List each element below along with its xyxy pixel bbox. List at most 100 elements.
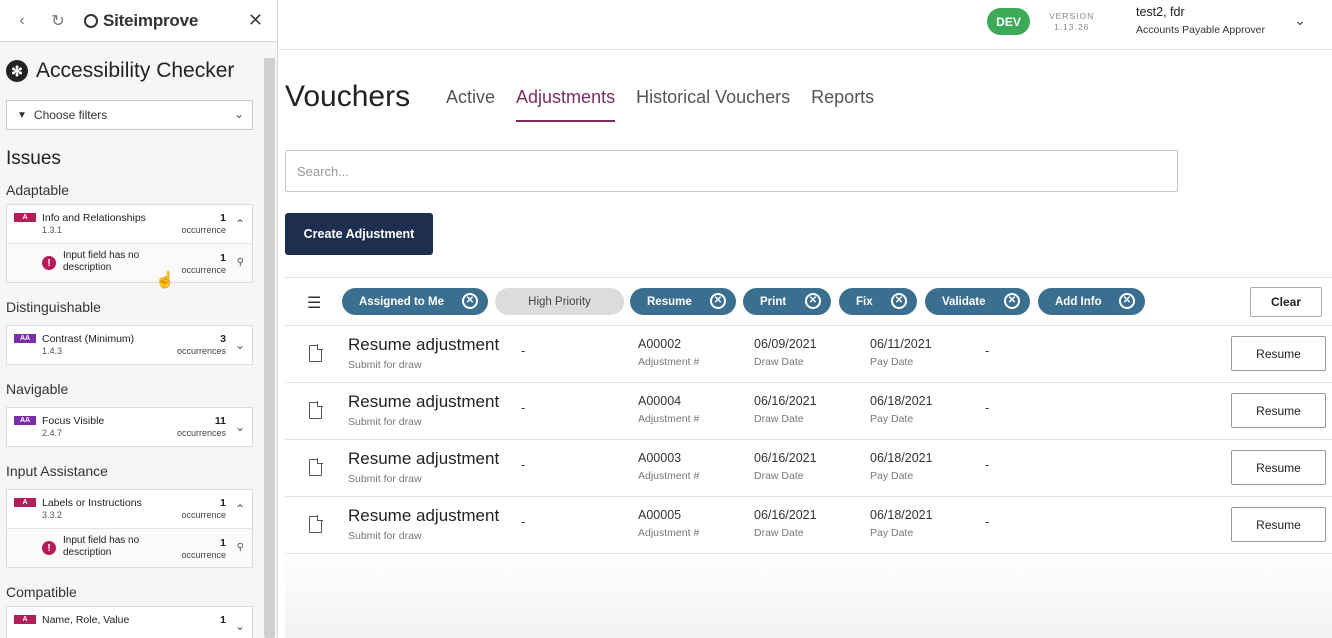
siteimprove-mark-icon (84, 13, 98, 28)
highlight-icon[interactable]: ⚲ (237, 257, 244, 268)
category-heading: Adaptable (6, 182, 70, 198)
filter-chip-bar: ☰ Assigned to Me ✕ High Priority Resume ✕ … (285, 278, 1332, 326)
criterion-name: Contrast (Minimum) (42, 333, 135, 345)
chip-add-info[interactable]: Add Info ✕ (1038, 288, 1145, 315)
chevron-up-icon[interactable]: ⌃ (235, 217, 245, 231)
refresh-icon[interactable]: ↻ (48, 11, 68, 31)
pay-date-label: Pay Date (870, 356, 914, 368)
resume-button[interactable]: Resume (1231, 507, 1326, 542)
category-heading: Distinguishable (6, 299, 101, 315)
chip-validate[interactable]: Validate ✕ (925, 288, 1030, 315)
row-empty-value: - (985, 514, 990, 529)
remove-chip-icon[interactable]: ✕ (462, 293, 478, 309)
tab-historical-vouchers[interactable]: Historical Vouchers (636, 87, 790, 122)
issue-sub-row[interactable]: ! Input field has no description 1 occur… (7, 528, 252, 567)
table-row[interactable]: Resume adjustment Submit for draw - A000… (285, 326, 1332, 383)
remove-chip-icon[interactable]: ✕ (805, 293, 821, 309)
page-title: Vouchers (285, 80, 411, 113)
issue-row[interactable]: AA Focus Visible 2.4.7 11 occurrences ⌄ (7, 408, 252, 446)
chip-fix[interactable]: Fix ✕ (839, 288, 917, 315)
table-row[interactable]: Resume adjustment Submit for draw - A000… (285, 440, 1332, 497)
chip-label: Resume (647, 295, 692, 308)
chevron-up-icon[interactable]: ⌃ (235, 502, 245, 516)
resume-button[interactable]: Resume (1231, 450, 1326, 485)
highlight-icon[interactable]: ⚲ (237, 542, 244, 553)
level-badge: AA (14, 334, 36, 343)
issue-row[interactable]: A Name, Role, Value 1 ⌄ (7, 607, 252, 638)
chevron-down-icon[interactable]: ⌄ (235, 420, 245, 434)
issue-row[interactable]: A Info and Relationships 1.3.1 1 occurre… (7, 205, 252, 243)
filter-label: Choose filters (33, 108, 108, 122)
row-subtitle: Submit for draw (348, 359, 422, 371)
row-empty-value: - (521, 400, 526, 415)
resume-button[interactable]: Resume (1231, 393, 1326, 428)
adjustment-number: A00002 (638, 337, 682, 351)
back-icon[interactable]: ‹ (12, 11, 32, 31)
chip-assigned-to-me[interactable]: Assigned to Me ✕ (342, 288, 488, 315)
chevron-down-icon[interactable]: ⌄ (1294, 12, 1306, 29)
chip-print[interactable]: Print ✕ (743, 288, 831, 315)
create-adjustment-button[interactable]: Create Adjustment (285, 213, 433, 255)
table-row[interactable]: Resume adjustment Submit for draw - A000… (285, 497, 1332, 554)
issue-card[interactable]: A Info and Relationships 1.3.1 1 occurre… (6, 204, 253, 283)
draw-date: 06/16/2021 (754, 451, 817, 465)
chevron-down-icon: ⌄ (233, 107, 244, 121)
sidebar-scrollbar[interactable] (264, 58, 275, 638)
user-name[interactable]: test2, fdr (1136, 5, 1185, 19)
draw-date: 06/09/2021 (754, 337, 817, 351)
close-icon[interactable]: ✕ (248, 10, 263, 31)
tab-adjustments[interactable]: Adjustments (516, 87, 616, 122)
pay-date-label: Pay Date (870, 527, 914, 539)
chevron-down-icon[interactable]: ⌄ (235, 619, 245, 633)
siteimprove-logo: Siteimprove (84, 11, 198, 31)
remove-chip-icon[interactable]: ✕ (891, 293, 907, 309)
row-title: Resume adjustment (348, 335, 500, 354)
remove-chip-icon[interactable]: ✕ (1004, 293, 1020, 309)
chip-resume[interactable]: Resume ✕ (630, 288, 736, 315)
criterion-code: 1.4.3 (42, 346, 63, 356)
document-icon (309, 515, 323, 533)
level-badge: A (14, 615, 36, 624)
draw-date-label: Draw Date (754, 470, 804, 482)
row-title: Resume adjustment (348, 392, 500, 411)
row-empty-value: - (985, 400, 990, 415)
filter-dropdown[interactable]: ▼ Choose filters ⌄ (6, 100, 253, 130)
issue-row[interactable]: AA Contrast (Minimum) 1.4.3 3 occurrence… (7, 326, 252, 364)
issue-sub-row[interactable]: ! Input field has no description 1 occur… (7, 243, 252, 282)
filter-icon[interactable]: ☰ (307, 293, 321, 313)
criterion-code: 1.3.1 (42, 225, 63, 235)
adjustment-label: Adjustment # (638, 413, 700, 425)
row-subtitle: Submit for draw (348, 473, 422, 485)
issue-card[interactable]: A Name, Role, Value 1 ⌄ (6, 606, 253, 638)
chevron-down-icon[interactable]: ⌄ (235, 338, 245, 352)
search-input[interactable]: Search... (285, 150, 1178, 192)
adjustment-label: Adjustment # (638, 356, 700, 368)
pay-date: 06/11/2021 (870, 337, 932, 351)
funnel-icon: ▼ (17, 109, 27, 121)
remove-chip-icon[interactable]: ✕ (1119, 293, 1135, 309)
adjustment-label: Adjustment # (638, 527, 700, 539)
pay-date-label: Pay Date (870, 470, 914, 482)
chip-high-priority[interactable]: High Priority (495, 288, 624, 315)
document-icon (309, 344, 323, 362)
issue-card[interactable]: AA Focus Visible 2.4.7 11 occurrences ⌄ (6, 407, 253, 447)
resume-button[interactable]: Resume (1231, 336, 1326, 371)
clear-filters-button[interactable]: Clear (1250, 287, 1322, 317)
table-row[interactable]: Resume adjustment Submit for draw - A000… (285, 383, 1332, 440)
issue-row[interactable]: A Labels or Instructions 3.3.2 1 occurre… (7, 490, 252, 528)
tab-reports[interactable]: Reports (811, 87, 874, 122)
issue-card[interactable]: A Labels or Instructions 3.3.2 1 occurre… (6, 489, 253, 568)
mouse-pointer-icon: ☝ (155, 272, 175, 289)
app-root: ‹ ↻ Siteimprove ✕ ✻ Accessibility Checke… (0, 0, 1332, 638)
category-heading: Compatible (6, 584, 77, 600)
tab-active[interactable]: Active (446, 87, 495, 122)
criterion-code: 2.4.7 (42, 428, 63, 438)
remove-chip-icon[interactable]: ✕ (710, 293, 726, 309)
occurrence-count: 1 (220, 537, 226, 549)
user-role: Accounts Payable Approver (1136, 24, 1265, 36)
criterion-name: Info and Relationships (42, 212, 146, 224)
issue-card[interactable]: AA Contrast (Minimum) 1.4.3 3 occurrence… (6, 325, 253, 365)
pay-date: 06/18/2021 (870, 451, 933, 465)
version-number: 1.13.26 (1053, 22, 1090, 32)
row-empty-value: - (985, 343, 990, 358)
